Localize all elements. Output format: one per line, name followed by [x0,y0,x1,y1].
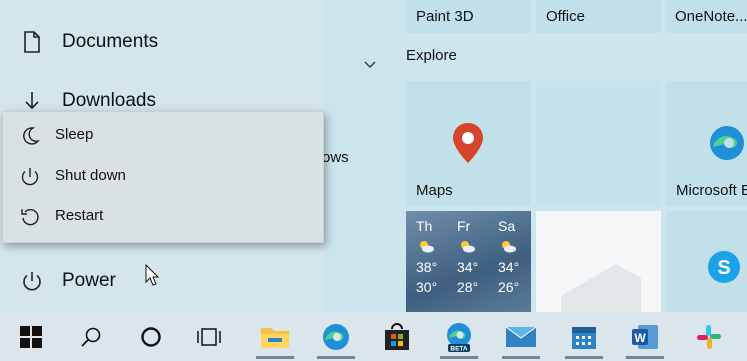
edge-icon [323,323,349,350]
skype-icon: S [708,251,740,283]
moon-icon [23,127,40,145]
store-button[interactable] [366,312,428,361]
power-item[interactable]: Power [0,256,322,306]
sleep-menu-item[interactable]: Sleep [3,116,323,156]
weather-high-1: 38° [416,259,438,275]
tile-office[interactable]: Office [536,0,661,33]
restart-icon [21,208,39,226]
weather-day-1: Th [416,218,433,234]
tile-maps[interactable]: Maps [406,81,531,206]
calendar-icon [572,326,596,349]
mail-icon [505,326,537,347]
folder-icon [261,327,289,348]
weather-forecast: Th Fr Sa 38° 34° 34° 30° 28° 26° [406,211,531,312]
slack-button[interactable] [678,312,740,361]
windows-logo-icon [20,325,42,348]
power-icon [23,272,41,291]
mail-button[interactable] [490,312,552,361]
word-letter: W [634,331,646,345]
weather-day-3: Sa [498,218,516,234]
tile-onenote-label: OneNote... [675,8,747,25]
tile-group-title: Explore [406,47,457,64]
file-explorer-button[interactable] [244,312,306,361]
cortana-button[interactable] [120,312,182,361]
tile-paint-3d-label: Paint 3D [416,8,474,25]
search-button[interactable] [60,312,122,361]
tile-edge[interactable]: Microsoft E [666,81,747,206]
shut-down-label: Shut down [55,167,126,184]
power-icon [21,168,39,186]
weather-high-3: 34° [498,259,520,275]
map-pin-icon [453,123,483,163]
sun-cloud-icon [461,241,475,253]
tile-edge-label: Microsoft E [676,182,747,199]
word-button[interactable]: W [614,312,676,361]
word-icon: W [632,324,658,349]
beta-badge: BETA [450,345,468,352]
store-icon [385,322,409,350]
slack-icon [697,324,721,349]
tile-onenote[interactable]: OneNote... [666,0,747,33]
edge-icon [710,126,744,160]
weather-day-2: Fr [457,218,471,234]
svg-text:S: S [717,257,730,279]
edge-beta-button[interactable]: BETA [428,312,490,361]
tile-weather[interactable]: Th Fr Sa 38° 34° 34° 30° 28° 26° [406,211,531,312]
sun-cloud-icon [502,241,516,253]
weather-low-1: 30° [416,279,438,295]
weather-low-2: 28° [457,279,479,295]
edge-taskbar-button[interactable] [305,312,367,361]
download-icon [25,92,39,110]
downloads-label: Downloads [62,90,156,111]
documents-label: Documents [62,31,159,52]
shut-down-menu-item[interactable]: Shut down [3,157,323,197]
start-button[interactable] [0,312,62,361]
search-icon [81,327,101,347]
restart-menu-item[interactable]: Restart [3,197,323,237]
taskbar: BETA W [0,312,747,361]
restart-label: Restart [55,207,104,224]
task-view-button[interactable] [178,312,240,361]
documents-item[interactable]: Documents [0,17,322,67]
power-menu: Sleep Shut down Restart [2,111,324,243]
sun-cloud-icon [420,241,434,253]
sleep-label: Sleep [55,126,94,143]
edge-beta-icon: BETA [447,322,471,352]
tile-placeholder[interactable] [536,211,661,312]
task-view-icon [197,327,221,346]
power-label: Power [62,270,116,291]
tile-paint-3d[interactable]: Paint 3D [406,0,531,33]
tile-empty [536,81,661,206]
tile-skype[interactable]: S [666,211,747,312]
cortana-circle-icon [141,326,161,347]
weather-low-3: 26° [498,279,520,295]
tile-maps-label: Maps [416,182,453,199]
chevron-down-icon[interactable] [363,58,377,72]
calendar-button[interactable] [553,312,615,361]
weather-high-2: 34° [457,259,479,275]
placeholder-app-icon [561,264,641,312]
document-icon [24,31,40,53]
tile-office-label: Office [546,8,585,25]
app-list-clipped-text: ows [322,149,349,166]
mouse-cursor-icon [145,264,159,286]
